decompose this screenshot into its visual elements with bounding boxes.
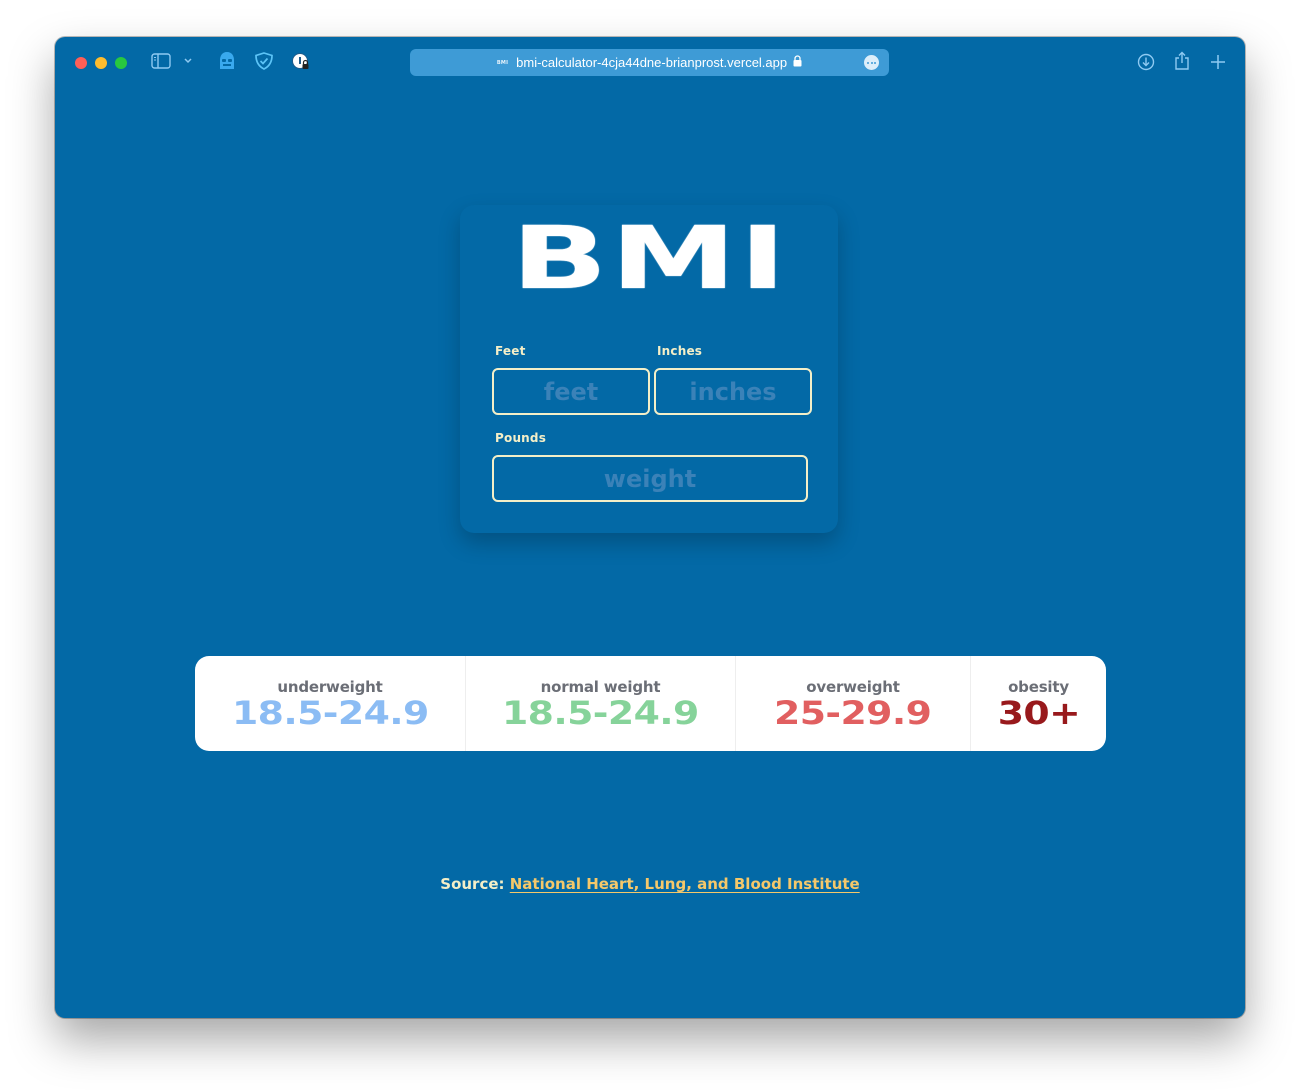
lock-icon [793,54,802,72]
zoom-window-button[interactable] [115,57,127,69]
inches-label: Inches [657,344,703,358]
browser-toolbar: BMI bmi-calculator-4cja44dne-brianprost.… [55,37,1245,89]
ghostery-icon[interactable] [218,51,236,71]
site-favicon: BMI [496,59,509,66]
chevron-down-icon[interactable] [183,57,193,65]
range-overweight: overweight 25-29.9 [736,656,971,751]
minimize-window-button[interactable] [95,57,107,69]
feet-label: Feet [495,344,526,358]
share-icon[interactable] [1174,51,1190,71]
plus-icon[interactable] [1210,54,1226,70]
range-value: 18.5-24.9 [231,693,429,732]
sidebar-icon[interactable] [151,53,171,69]
bmi-ranges-panel: underweight 18.5-24.9 normal weight 18.5… [195,656,1106,751]
range-value: 18.5-24.9 [502,693,699,732]
shield-check-icon[interactable] [254,51,274,71]
range-underweight: underweight 18.5-24.9 [195,656,466,751]
range-obesity: obesity 30+ [971,656,1106,751]
source-line: Source: National Heart, Lung, and Blood … [55,875,1245,893]
address-bar[interactable]: BMI bmi-calculator-4cja44dne-brianprost.… [410,49,889,76]
inches-input[interactable] [654,368,812,415]
range-value: 25-29.9 [774,693,932,732]
feet-input[interactable] [492,368,650,415]
pounds-label: Pounds [495,431,547,445]
range-normal-weight: normal weight 18.5-24.9 [466,656,736,751]
download-icon[interactable] [1137,53,1155,71]
source-link[interactable]: National Heart, Lung, and Blood Institut… [510,875,860,893]
page-title: BMI [511,207,789,309]
weight-input[interactable] [492,455,808,502]
more-icon[interactable] [864,55,879,70]
password-lock-icon[interactable] [291,52,311,72]
url-text[interactable]: bmi-calculator-4cja44dne-brianprost.verc… [516,55,787,70]
source-label: Source: [440,875,505,893]
range-value: 30+ [997,693,1080,732]
browser-window: BMI bmi-calculator-4cja44dne-brianprost.… [55,37,1245,1018]
close-window-button[interactable] [75,57,87,69]
